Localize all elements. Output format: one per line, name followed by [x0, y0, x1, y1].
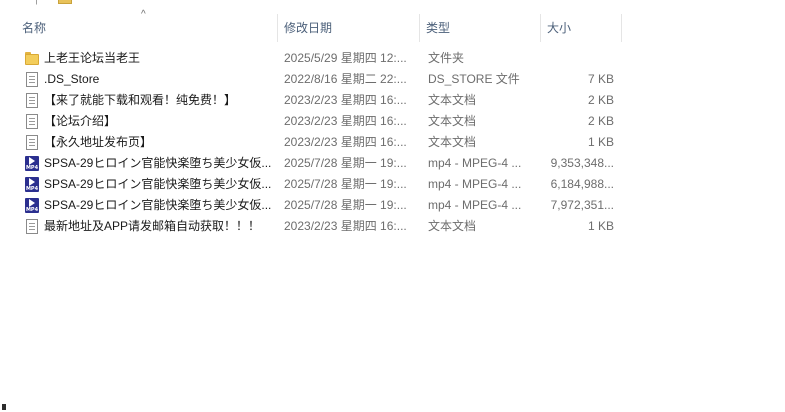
mp4-video-icon: MP4 — [24, 155, 39, 172]
file-name: .DS_Store — [44, 72, 100, 86]
address-bar-remnant: ↑ — [0, 0, 785, 8]
file-date: 2022/8/16 星期二 22:... — [284, 72, 407, 86]
column-header-type[interactable]: 类型 — [420, 12, 541, 44]
folder-icon — [58, 0, 72, 4]
file-date: 2023/2/23 星期四 16:... — [284, 219, 407, 233]
file-type: 文本文档 — [428, 135, 477, 149]
file-type: 文本文档 — [428, 114, 477, 128]
document-icon — [24, 113, 39, 130]
file-list: 上老王论坛当老王 2025/5/29 星期四 12:... 文件夹 .DS_St… — [0, 48, 785, 237]
mp4-video-icon: MP4 — [24, 197, 39, 214]
file-type: 文本文档 — [428, 93, 477, 107]
file-size: 2 KB — [587, 93, 614, 107]
mp4-icon-label: MP4 — [25, 186, 39, 192]
file-name: SPSA-29ヒロイン官能快楽堕ち美少女仮... — [44, 156, 272, 170]
file-row[interactable]: 最新地址及APP请发邮箱自动获取！！！ 2023/2/23 星期四 16:...… — [0, 216, 785, 237]
file-row[interactable]: .DS_Store 2022/8/16 星期二 22:... DS_STORE … — [0, 69, 785, 90]
file-type: 文本文档 — [428, 219, 477, 233]
document-icon — [24, 71, 39, 88]
up-arrow-icon[interactable]: ↑ — [34, 0, 40, 7]
file-type: mp4 - MPEG-4 ... — [428, 198, 522, 212]
file-name: 最新地址及APP请发邮箱自动获取！！！ — [44, 219, 261, 233]
file-name: SPSA-29ヒロイン官能快楽堕ち美少女仮... — [44, 177, 272, 191]
file-type: 文件夹 — [428, 51, 465, 65]
mp4-icon-label: MP4 — [25, 207, 39, 213]
column-header-date[interactable]: 修改日期 — [278, 12, 420, 44]
file-row[interactable]: 【永久地址发布页】 2023/2/23 星期四 16:... 文本文档 1 KB — [0, 132, 785, 153]
file-name: 【论坛介绍】 — [44, 114, 117, 128]
file-type: mp4 - MPEG-4 ... — [428, 177, 522, 191]
file-name: 上老王论坛当老王 — [44, 51, 141, 65]
mp4-video-icon: MP4 — [24, 176, 39, 193]
file-size: 7 KB — [587, 72, 614, 86]
file-row[interactable]: MP4 SPSA-29ヒロイン官能快楽堕ち美少女仮... 2025/7/28 星… — [0, 174, 785, 195]
file-row[interactable]: MP4 SPSA-29ヒロイン官能快楽堕ち美少女仮... 2025/7/28 星… — [0, 153, 785, 174]
file-row[interactable]: 上老王论坛当老王 2025/5/29 星期四 12:... 文件夹 — [0, 48, 785, 69]
file-date: 2025/7/28 星期一 19:... — [284, 177, 407, 191]
file-size: 2 KB — [587, 114, 614, 128]
file-size: 7,972,351... — [550, 198, 614, 212]
file-name: 【永久地址发布页】 — [44, 135, 153, 149]
column-header-size[interactable]: 大小 — [541, 12, 621, 44]
document-icon — [24, 218, 39, 235]
file-date: 2025/5/29 星期四 12:... — [284, 51, 407, 65]
file-size: 6,184,988... — [550, 177, 614, 191]
column-divider[interactable] — [621, 14, 622, 42]
file-date: 2025/7/28 星期一 19:... — [284, 156, 407, 170]
column-header-name[interactable]: 名称 — [16, 12, 278, 44]
file-name: SPSA-29ヒロイン官能快楽堕ち美少女仮... — [44, 198, 272, 212]
file-name: 【来了就能下载和观看！纯免费！】 — [44, 93, 237, 107]
file-row[interactable]: 【论坛介绍】 2023/2/23 星期四 16:... 文本文档 2 KB — [0, 111, 785, 132]
document-icon — [24, 134, 39, 151]
file-row[interactable]: MP4 SPSA-29ヒロイン官能快楽堕ち美少女仮... 2025/7/28 星… — [0, 195, 785, 216]
document-icon — [24, 92, 39, 109]
file-date: 2023/2/23 星期四 16:... — [284, 114, 407, 128]
file-size: 1 KB — [587, 135, 614, 149]
file-date: 2023/2/23 星期四 16:... — [284, 135, 407, 149]
file-row[interactable]: 【来了就能下载和观看！纯免费！】 2023/2/23 星期四 16:... 文本… — [0, 90, 785, 111]
column-header-row: ^ 名称 修改日期 类型 大小 — [0, 9, 785, 44]
file-type: mp4 - MPEG-4 ... — [428, 156, 522, 170]
file-size: 9,353,348... — [550, 156, 614, 170]
mp4-icon-label: MP4 — [25, 165, 39, 171]
window-edge-marker — [2, 404, 6, 410]
folder-icon — [24, 50, 39, 67]
file-date: 2025/7/28 星期一 19:... — [284, 198, 407, 212]
file-type: DS_STORE 文件 — [428, 72, 520, 86]
file-date: 2023/2/23 星期四 16:... — [284, 93, 407, 107]
file-size: 1 KB — [587, 219, 614, 233]
